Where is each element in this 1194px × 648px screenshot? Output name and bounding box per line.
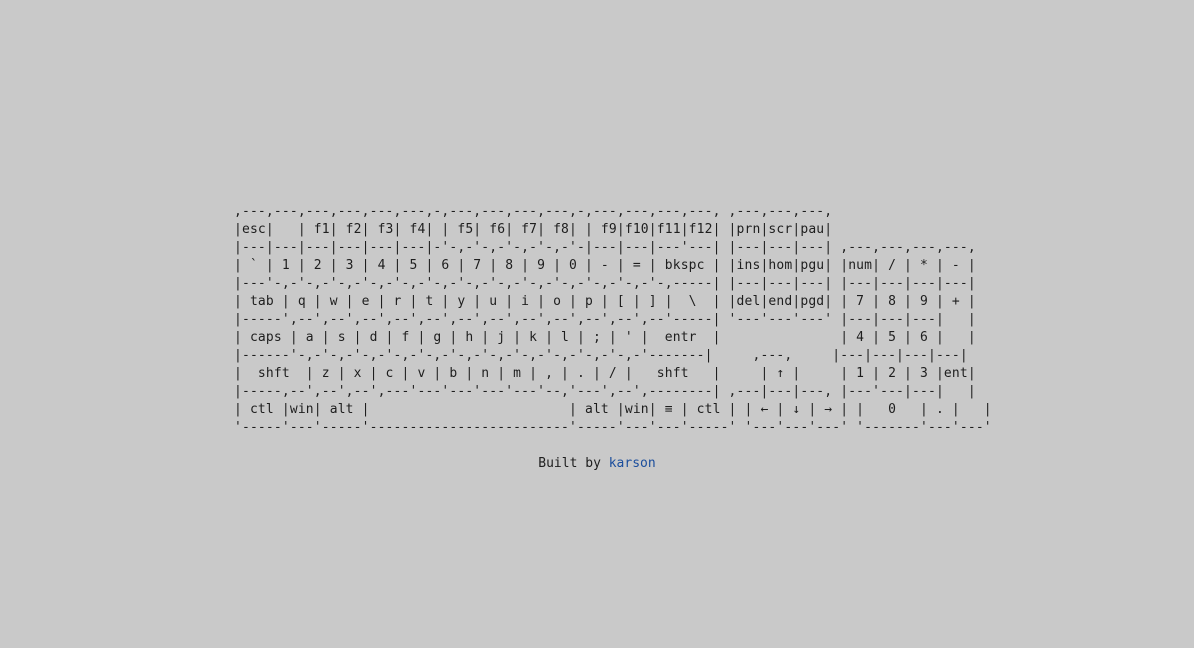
keyboard-line: |-----',--',--',--',--',--',--',--',--',…: [234, 312, 976, 327]
keyboard-line: |-----,--',--',--',---'---'---'---'---'-…: [234, 384, 976, 399]
keyboard-line: '-----'---'-----'-----------------------…: [234, 420, 992, 435]
footer-prefix: Built by: [538, 456, 609, 471]
keyboard-line: | shft | z | x | c | v | b | n | m | , |…: [234, 366, 976, 381]
keyboard-line: |------'-,-'-,-'-,-'-,-'-,-'-,-'-,-'-,-'…: [234, 348, 968, 363]
keyboard-line: ,---,---,---,---,---,---,-,---,---,---,-…: [234, 204, 833, 219]
page: ,---,---,---,---,---,---,-,---,---,---,-…: [0, 0, 1194, 648]
keyboard-line: |---|---|---|---|---|---|-'-,-'-,-'-,-'-…: [234, 240, 976, 255]
footer: Built by karson: [0, 455, 1194, 473]
keyboard-line: | ctl |win| alt | | alt |win| ≡ | ctl | …: [234, 402, 992, 417]
keyboard-line: | tab | q | w | e | r | t | y | u | i | …: [234, 294, 976, 309]
author-link[interactable]: karson: [609, 456, 656, 471]
keyboard-line: |---'-,-'-,-'-,-'-,-'-,-'-,-'-,-'-,-'-,-…: [234, 276, 976, 291]
keyboard-line: |esc| | f1| f2| f3| f4| | f5| f6| f7| f8…: [234, 222, 833, 237]
ascii-keyboard: ,---,---,---,---,---,---,-,---,---,---,-…: [234, 203, 992, 437]
keyboard-line: | caps | a | s | d | f | g | h | j | k |…: [234, 330, 976, 345]
keyboard-line: | ` | 1 | 2 | 3 | 4 | 5 | 6 | 7 | 8 | 9 …: [234, 258, 976, 273]
